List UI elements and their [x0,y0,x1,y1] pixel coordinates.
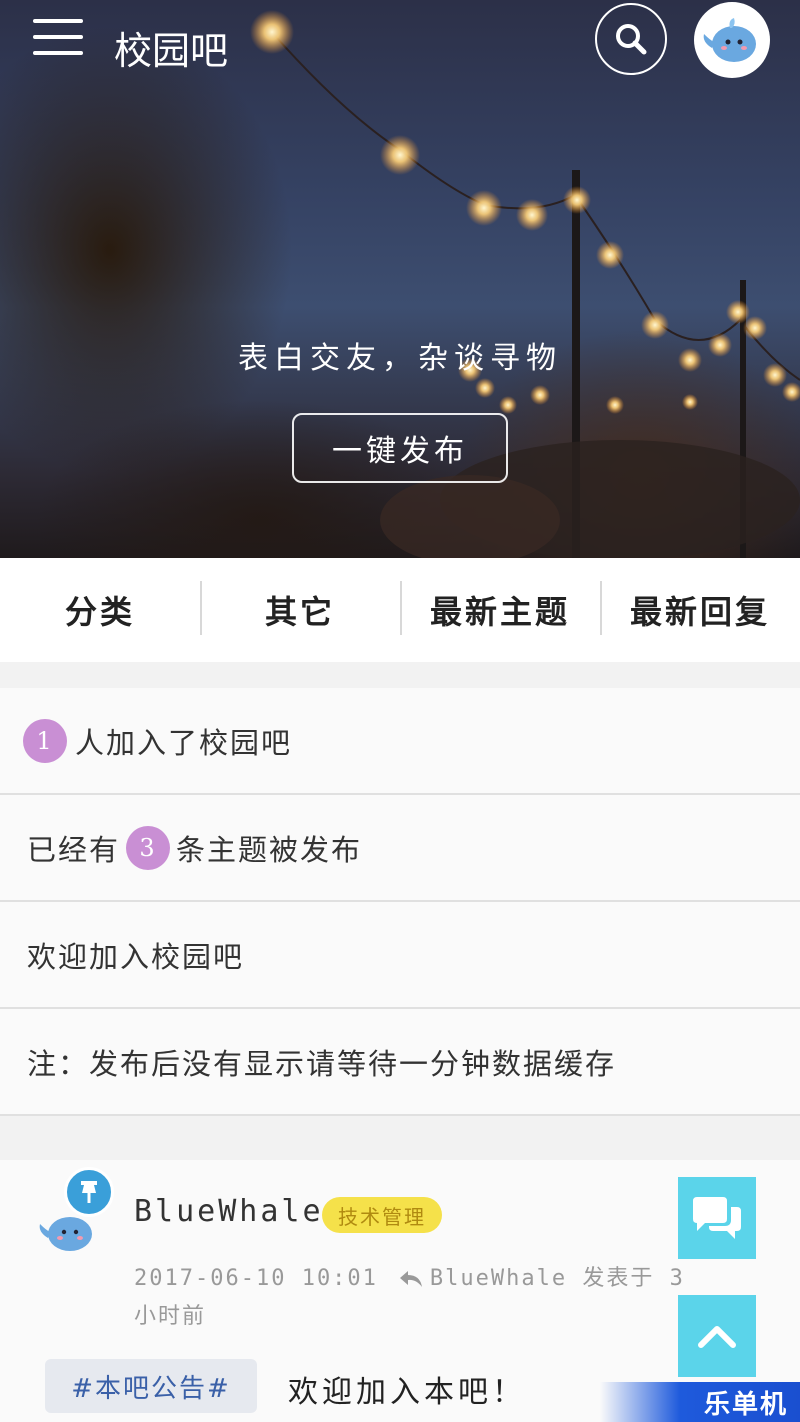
role-badge: 技术管理 [322,1197,442,1233]
info-list: 1 人加入了校园吧 已经有 3 条主题被发布 欢迎加入校园吧 注：发布后没有显示… [0,688,800,1116]
menu-icon[interactable] [33,19,83,55]
chat-icon [693,1197,741,1239]
post-tag[interactable]: #本吧公告# [45,1359,257,1413]
pin-badge [64,1167,114,1217]
post-date: 2017-06-10 10:01 [134,1266,378,1291]
app-title: 校园吧 [114,29,229,73]
post-meta: 2017-06-10 10:01 BlueWhale 发表于 3小时前 [134,1260,694,1336]
topics-prefix: 已经有 [27,832,121,867]
category-nav: 分类 其它 最新主题 最新回复 [0,558,800,662]
topics-suffix: 条主题被发布 [176,832,363,867]
nav-latest-replies[interactable]: 最新回复 [600,581,800,635]
info-row-topics: 已经有 3 条主题被发布 [0,795,800,902]
watermark: 乐单机 [600,1382,800,1422]
nav-latest-topics[interactable]: 最新主题 [400,581,600,635]
members-text: 人加入了校园吧 [75,725,293,760]
post-title[interactable]: 欢迎加入本吧！ [288,1367,526,1411]
reply-author[interactable]: BlueWhale [430,1266,567,1291]
reply-icon [399,1271,422,1287]
search-icon [616,24,647,55]
publish-button[interactable]: 一键发布 [292,413,508,483]
info-row-welcome: 欢迎加入校园吧 [0,902,800,1009]
welcome-text: 欢迎加入校园吧 [27,939,245,974]
chat-button[interactable] [678,1177,756,1259]
back-to-top-button[interactable] [678,1295,756,1377]
nav-other[interactable]: 其它 [200,581,400,635]
pin-icon [81,1181,97,1203]
info-row-note: 注：发布后没有显示请等待一分钟数据缓存 [0,1009,800,1116]
info-row-members: 1 人加入了校园吧 [0,688,800,795]
hero-banner: 校园吧 表白交友，杂谈寻物 一键发布 [0,0,800,558]
hero-tagline: 表白交友，杂谈寻物 [238,341,562,376]
post-author[interactable]: BlueWhale [134,1194,324,1229]
user-avatar[interactable] [694,2,770,78]
member-count-badge: 1 [23,718,67,763]
topic-count-badge: 3 [126,825,171,870]
search-button[interactable] [595,3,667,75]
nav-categories[interactable]: 分类 [0,587,200,633]
chevron-up-icon [698,1326,736,1348]
whale-avatar-icon [703,18,756,62]
cache-note-text: 注：发布后没有显示请等待一分钟数据缓存 [27,1046,617,1081]
